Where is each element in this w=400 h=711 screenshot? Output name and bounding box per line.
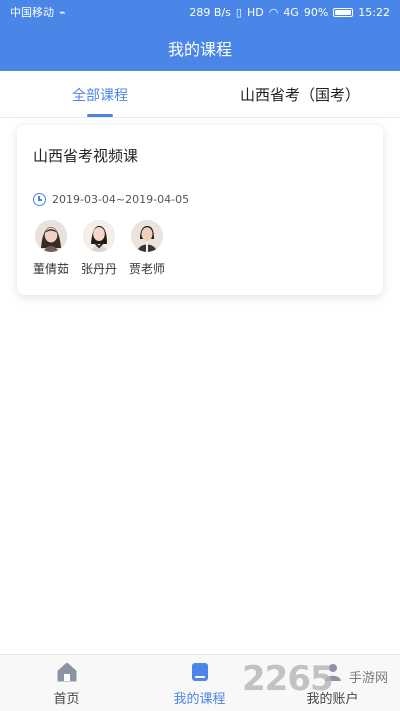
account-icon bbox=[324, 663, 341, 681]
avatar bbox=[83, 220, 115, 252]
tab-label: 山西省考（国考） bbox=[239, 86, 360, 104]
teacher-list: 董倩茹 张丹丹 贾老师 bbox=[33, 220, 367, 277]
page-header: 我的课程 bbox=[0, 24, 400, 71]
teacher-name: 董倩茹 bbox=[33, 262, 70, 276]
bottom-tab-my-courses[interactable]: 我的课程 bbox=[133, 655, 266, 711]
wifi-icon: ◠ bbox=[268, 5, 279, 19]
teacher-item[interactable]: 贾老师 bbox=[129, 220, 165, 277]
bottom-tab-label: 首页 bbox=[53, 691, 80, 707]
bottom-navigation: 首页 我的课程 我的账户 bbox=[0, 654, 400, 711]
bottom-tab-label: 我的账户 bbox=[306, 691, 359, 707]
tab-shanxi-exam[interactable]: 山西省考（国考） bbox=[200, 71, 400, 118]
clock-icon bbox=[33, 193, 46, 206]
course-date-row: 2019-03-04~2019-04-05 bbox=[33, 193, 367, 206]
status-left: 中国移动 ⌁ bbox=[10, 4, 66, 20]
teacher-item[interactable]: 张丹丹 bbox=[81, 220, 117, 277]
bottom-tab-my-account[interactable]: 我的账户 bbox=[266, 655, 399, 711]
battery-percent: 90% bbox=[303, 5, 329, 19]
tab-label: 全部课程 bbox=[72, 87, 128, 104]
carrier-label: 中国移动 bbox=[10, 6, 54, 19]
hd-icon: HD bbox=[246, 5, 264, 19]
teacher-name: 贾老师 bbox=[129, 262, 166, 276]
vibrate-icon: ▯ bbox=[235, 5, 242, 19]
course-card[interactable]: 山西省考视频课 2019-03-04~2019-04-05 董倩茹 张丹丹 贾老… bbox=[17, 125, 383, 295]
time-label: 15:22 bbox=[358, 5, 390, 19]
status-right: 289 B/s ▯ HD ◠ 4G 90% 15:22 bbox=[189, 6, 390, 19]
network-speed: 289 B/s bbox=[189, 5, 231, 19]
teacher-item[interactable]: 董倩茹 bbox=[33, 220, 69, 277]
bottom-tab-label: 我的课程 bbox=[173, 691, 226, 707]
usb-icon: ⌁ bbox=[59, 5, 66, 19]
status-bar: 中国移动 ⌁ 289 B/s ▯ HD ◠ 4G 90% 15:22 bbox=[0, 0, 400, 24]
course-tabs: 全部课程 山西省考（国考） bbox=[0, 71, 400, 118]
tab-all-courses[interactable]: 全部课程 bbox=[0, 71, 200, 118]
signal-icon: 4G bbox=[283, 5, 299, 19]
battery-icon bbox=[333, 7, 354, 17]
page-title: 我的课程 bbox=[167, 39, 232, 59]
course-date-range: 2019-03-04~2019-04-05 bbox=[52, 193, 190, 206]
avatar bbox=[131, 220, 163, 252]
teacher-name: 张丹丹 bbox=[81, 262, 118, 276]
avatar bbox=[35, 220, 67, 252]
home-icon bbox=[57, 662, 76, 681]
course-title: 山西省考视频课 bbox=[33, 147, 139, 165]
bottom-tab-home[interactable]: 首页 bbox=[0, 655, 133, 711]
course-book-icon bbox=[191, 662, 208, 681]
